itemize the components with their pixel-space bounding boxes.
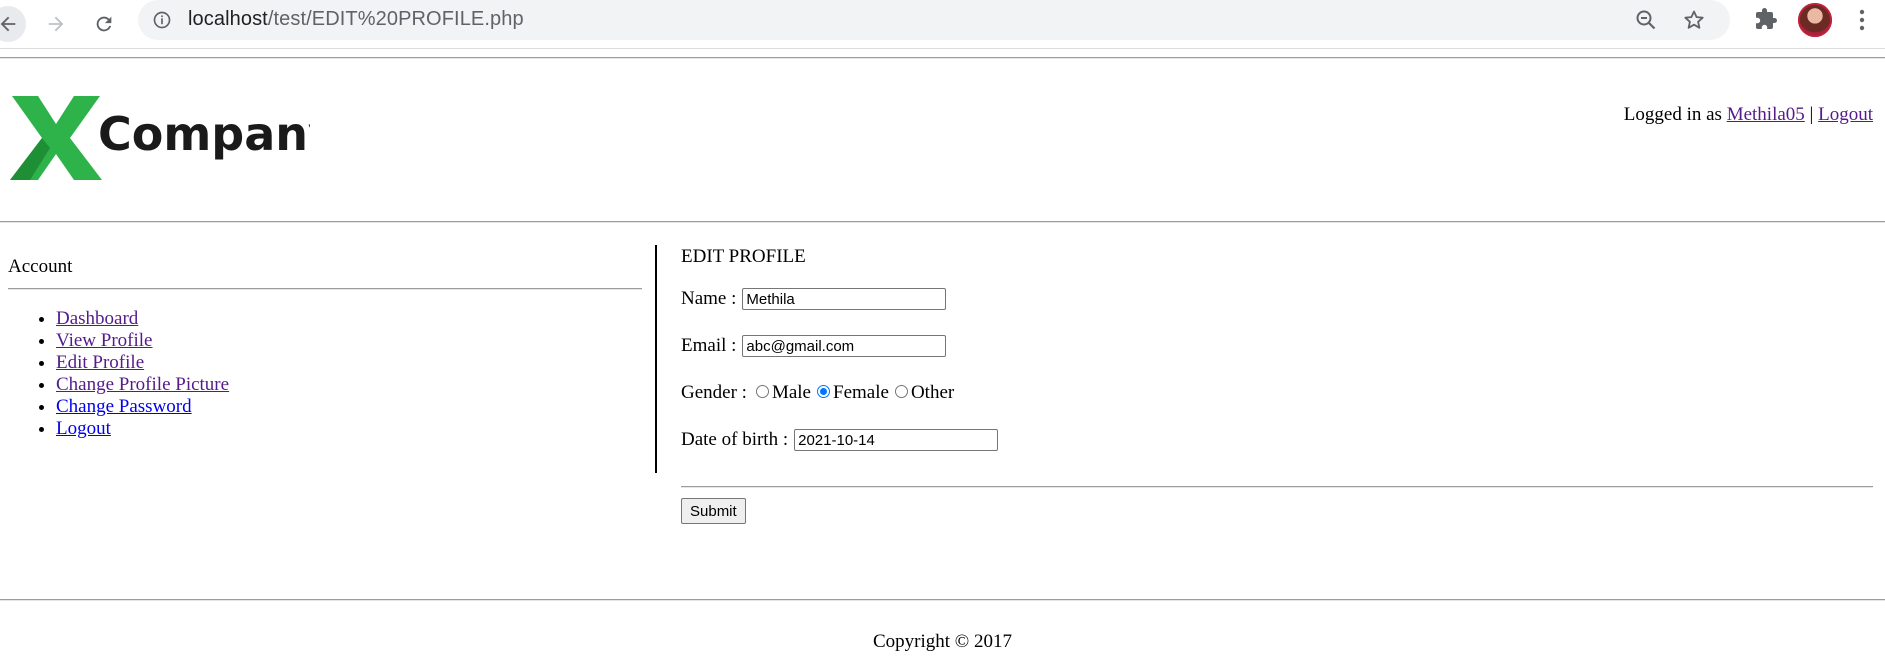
extensions-icon[interactable] [1754, 7, 1778, 31]
url-host: localhost [188, 8, 268, 30]
form-title: EDIT PROFILE [681, 246, 806, 267]
company-logo: Company [10, 96, 338, 180]
sidebar-item-dashboard: Dashboard [56, 308, 229, 330]
email-row: Email : [681, 335, 947, 357]
header-logout-link[interactable]: Logout [1818, 104, 1873, 125]
dob-label: Date of birth : [681, 429, 789, 450]
zoom-out-icon[interactable] [1634, 8, 1658, 32]
username-link[interactable]: Methila05 [1727, 104, 1805, 125]
sidebar-item-edit-profile: Edit Profile [56, 352, 229, 374]
footer-copyright: Copyright © 2017 [873, 631, 1012, 652]
change-profile-picture-link[interactable]: Change Profile Picture [56, 374, 229, 395]
form-divider [681, 486, 1873, 488]
dob-row: Date of birth : [681, 429, 999, 451]
top-divider [0, 57, 1885, 59]
sidebar-logout-link[interactable]: Logout [56, 418, 111, 439]
menu-icon[interactable] [1850, 7, 1874, 33]
sidebar-item-change-password: Change Password [56, 396, 229, 418]
logo-text: Company [98, 107, 310, 161]
gender-row: Gender : Male Female Other [681, 382, 954, 404]
profile-avatar[interactable] [1798, 3, 1832, 37]
sidebar-item-logout: Logout [56, 418, 229, 440]
url-path: /test/EDIT%20PROFILE.php [267, 8, 524, 30]
forward-arrow-icon[interactable] [38, 6, 74, 42]
star-icon[interactable] [1682, 8, 1706, 32]
gender-female-label: Female [833, 382, 889, 403]
view-profile-link[interactable]: View Profile [56, 330, 152, 351]
footer-divider [0, 599, 1885, 601]
header-separator: | [1809, 104, 1814, 125]
edit-profile-link[interactable]: Edit Profile [56, 352, 144, 373]
name-row: Name : [681, 288, 947, 310]
url-text[interactable]: localhost/test/EDIT%20PROFILE.php [188, 8, 524, 31]
dob-input[interactable] [794, 429, 999, 451]
browser-toolbar: localhost/test/EDIT%20PROFILE.php [0, 0, 1885, 49]
back-arrow-icon[interactable] [0, 6, 26, 42]
sidebar-menu: Dashboard View Profile Edit Profile Chan… [8, 308, 229, 440]
change-password-link[interactable]: Change Password [56, 396, 192, 417]
header-divider [0, 221, 1885, 223]
sidebar-item-change-picture: Change Profile Picture [56, 374, 229, 396]
gender-male-label: Male [771, 382, 811, 403]
logged-in-prefix: Logged in as [1623, 104, 1722, 125]
info-icon[interactable] [152, 10, 172, 30]
x-logo-icon: Company [10, 96, 338, 180]
sidebar-item-view-profile: View Profile [56, 330, 229, 352]
reload-icon[interactable] [86, 6, 122, 42]
dashboard-link[interactable]: Dashboard [56, 308, 138, 329]
name-input[interactable] [742, 288, 947, 310]
address-bar[interactable]: localhost/test/EDIT%20PROFILE.php [138, 0, 1730, 40]
logged-in-status: Logged in as Methila05 | Logout [1624, 104, 1873, 126]
gender-label: Gender : [681, 382, 747, 403]
gender-other-radio[interactable] [894, 384, 908, 398]
email-input[interactable] [742, 335, 947, 357]
gender-other-label: Other [910, 382, 955, 403]
name-label: Name : [681, 288, 737, 309]
vertical-divider [655, 245, 657, 473]
submit-button[interactable]: Submit [681, 498, 746, 524]
gender-female-radio[interactable] [817, 384, 830, 398]
sidebar-title: Account [8, 256, 73, 277]
gender-male-radio[interactable] [755, 384, 769, 398]
sidebar-divider [8, 288, 642, 290]
email-label: Email : [681, 335, 737, 356]
